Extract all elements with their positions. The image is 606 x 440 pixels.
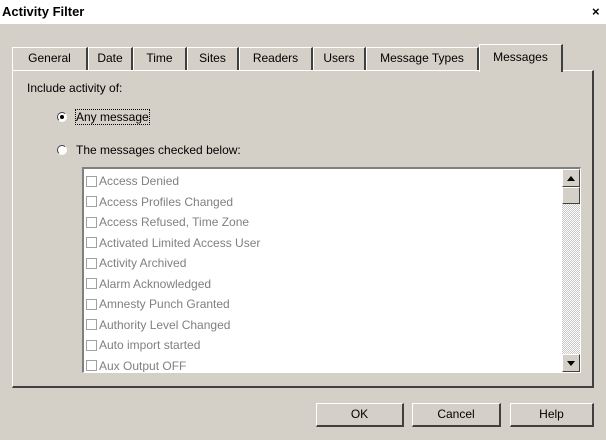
scroll-thumb[interactable] [562, 187, 580, 204]
checkbox[interactable] [86, 278, 97, 290]
tab-time[interactable]: Time [133, 47, 187, 70]
list-item[interactable]: Activated Limited Access User [86, 233, 562, 254]
message-label: Access Denied [99, 174, 180, 189]
list-item[interactable]: Auto import started [86, 335, 562, 356]
list-item[interactable]: Activity Archived [86, 253, 562, 274]
tab-label: Date [97, 51, 123, 65]
list-item[interactable]: Access Denied [86, 171, 562, 192]
message-label: Access Profiles Changed [99, 194, 234, 209]
list-item[interactable]: Access Refused, Time Zone [86, 212, 562, 233]
checkbox[interactable] [86, 257, 97, 269]
message-label: Aux Output OFF [99, 358, 187, 373]
tab-date[interactable]: Date [88, 47, 133, 70]
tab-general[interactable]: General [12, 47, 88, 70]
tab-readers[interactable]: Readers [239, 47, 313, 70]
arrow-up-icon [567, 175, 575, 181]
tab-strip: General Date Time Sites Readers Users Me… [0, 24, 606, 73]
messages-listbox[interactable]: Access Denied Access Profiles Changed Ac… [82, 167, 581, 373]
tab-label: Time [146, 51, 173, 65]
scroll-up-button[interactable] [562, 169, 580, 187]
vertical-scrollbar[interactable] [562, 169, 580, 372]
tab-label: Message Types [380, 51, 464, 65]
any-message-label: Any message [75, 109, 150, 125]
checkbox[interactable] [86, 237, 97, 249]
message-label: Authority Level Changed [99, 317, 231, 332]
title-bar: Activity Filter × [0, 0, 606, 24]
message-label: Alarm Acknowledged [99, 276, 212, 291]
radio-selected-icon [57, 112, 67, 122]
tab-label: Readers [252, 51, 299, 65]
message-label: Activated Limited Access User [99, 235, 261, 250]
checkbox[interactable] [86, 360, 97, 372]
list-item[interactable]: Alarm Acknowledged [86, 274, 562, 295]
checked-messages-radio[interactable]: The messages checked below: [57, 142, 241, 158]
list-item[interactable]: Authority Level Changed [86, 315, 562, 336]
list-item[interactable]: Amnesty Punch Granted [86, 294, 562, 315]
window-title: Activity Filter [2, 4, 85, 19]
tab-label: General [28, 51, 71, 65]
checkbox[interactable] [86, 339, 97, 351]
message-label: Activity Archived [99, 256, 187, 271]
ok-button[interactable]: OK [316, 403, 404, 427]
any-message-radio[interactable]: Any message [57, 109, 150, 125]
checkbox[interactable] [86, 298, 97, 310]
list-item[interactable]: Access Profiles Changed [86, 192, 562, 213]
messages-list: Access Denied Access Profiles Changed Ac… [86, 171, 562, 373]
help-button[interactable]: Help [510, 403, 594, 427]
message-label: Access Refused, Time Zone [99, 215, 250, 230]
close-icon[interactable]: × [592, 4, 600, 19]
radio-unselected-icon [57, 145, 67, 155]
checkbox[interactable] [86, 216, 97, 228]
tab-label: Sites [199, 51, 226, 65]
message-label: Amnesty Punch Granted [99, 297, 230, 312]
message-label: Auto import started [99, 338, 201, 353]
scroll-down-button[interactable] [562, 354, 580, 372]
tab-messages[interactable]: Messages [479, 44, 563, 72]
cancel-button[interactable]: Cancel [412, 403, 501, 427]
tab-sites[interactable]: Sites [187, 47, 239, 70]
checkbox[interactable] [86, 175, 97, 187]
tab-label: Messages [493, 50, 548, 64]
checkbox[interactable] [86, 196, 97, 208]
checkbox[interactable] [86, 319, 97, 331]
tab-users[interactable]: Users [313, 47, 366, 70]
tab-message-types[interactable]: Message Types [366, 47, 479, 70]
checked-messages-label: The messages checked below: [76, 143, 241, 157]
include-activity-label: Include activity of: [27, 81, 123, 95]
tab-label: Users [323, 51, 355, 65]
arrow-down-icon [567, 360, 575, 366]
list-item[interactable]: Aux Output OFF [86, 356, 562, 373]
